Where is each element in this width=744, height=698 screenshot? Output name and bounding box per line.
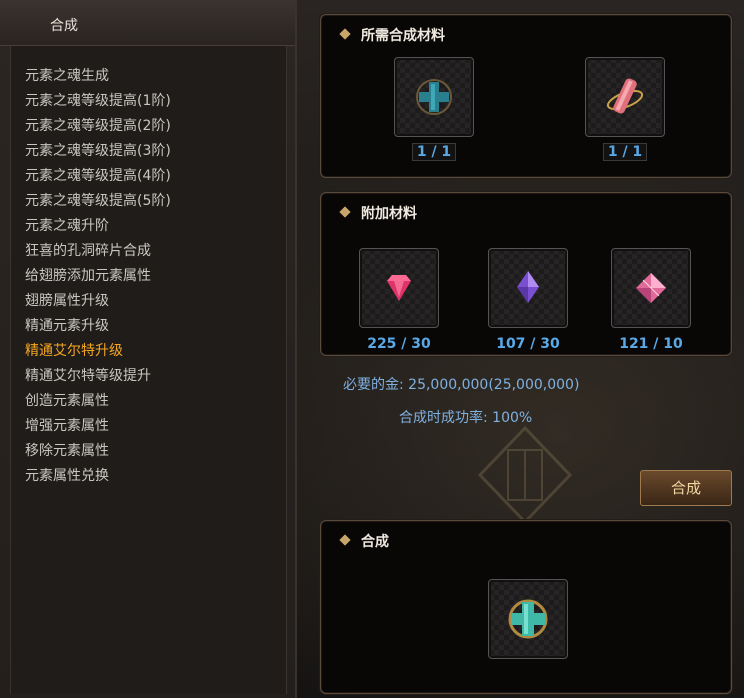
left-panel: 合成 元素之魂生成 元素之魂等级提高(1阶) 元素之魂等级提高(2阶) 元素之魂等级提…	[0, 0, 297, 698]
result-slot[interactable]	[488, 579, 568, 659]
required-slot-1[interactable]	[394, 57, 474, 137]
recipe-menu-box: 元素之魂生成 元素之魂等级提高(1阶) 元素之魂等级提高(2阶) 元素之魂等级提高(3…	[10, 46, 287, 694]
additional-count-2: 107 / 30	[496, 336, 560, 352]
additional-count-1: 225 / 30	[367, 336, 431, 352]
required-materials-panel: 所需合成材料 1 / 1 1 / 1	[320, 14, 732, 178]
additional-materials-title: 附加材料	[361, 206, 417, 222]
result-panel: 合成	[320, 520, 732, 694]
left-panel-title: 合成	[50, 18, 78, 34]
required-count-2: 1 / 1	[607, 144, 643, 160]
combine-button[interactable]: 合成	[640, 470, 732, 506]
recipe-menu-item[interactable]: 元素之魂等级提高(3阶)	[25, 139, 171, 164]
required-gold-text: 必要的金: 25,000,000(25,000,000)	[343, 377, 580, 393]
recipe-menu-item[interactable]: 精通艾尔特升级	[25, 339, 171, 364]
recipe-menu-item[interactable]: 翅膀属性升级	[25, 289, 171, 314]
required-slot-2[interactable]	[585, 57, 665, 137]
left-panel-header: 合成	[0, 0, 295, 46]
recipe-menu-item[interactable]: 元素之魂升阶	[25, 214, 171, 239]
recipe-menu-item[interactable]: 移除元素属性	[25, 439, 171, 464]
recipe-menu-item[interactable]: 精通艾尔特等级提升	[25, 364, 171, 389]
additional-slot-2[interactable]	[488, 248, 568, 328]
teal-cross-gem-icon	[508, 599, 548, 639]
additional-count-3: 121 / 10	[619, 336, 683, 352]
recipe-menu-item[interactable]: 元素之魂生成	[25, 64, 171, 89]
required-materials-title: 所需合成材料	[361, 28, 445, 44]
recipe-menu-item[interactable]: 给翅膀添加元素属性	[25, 264, 171, 289]
diamond-bullet-icon	[339, 534, 351, 546]
game-window: 合成 元素之魂生成 元素之魂等级提高(1阶) 元素之魂等级提高(2阶) 元素之魂等级提…	[0, 0, 744, 698]
teal-cross-gem-icon	[416, 79, 452, 115]
recipe-menu-item[interactable]: 元素之魂等级提高(4阶)	[25, 164, 171, 189]
purple-gem-icon	[517, 271, 539, 303]
red-gem-icon	[387, 275, 411, 301]
recipe-menu-item[interactable]: 元素属性兑换	[25, 464, 171, 489]
recipe-menu-item[interactable]: 增强元素属性	[25, 414, 171, 439]
additional-slot-3[interactable]	[611, 248, 691, 328]
recipe-menu-item[interactable]: 狂喜的孔洞碎片合成	[25, 239, 171, 264]
diamond-bullet-icon	[339, 206, 351, 218]
recipe-menu-list: 元素之魂生成 元素之魂等级提高(1阶) 元素之魂等级提高(2阶) 元素之魂等级提高(3…	[25, 64, 171, 489]
additional-materials-panel: 附加材料 225 / 30 107 / 30 121 / 10	[320, 192, 732, 356]
required-count-1: 1 / 1	[416, 144, 452, 160]
result-title: 合成	[361, 534, 389, 550]
pink-scroll-icon	[606, 78, 644, 114]
additional-slot-1[interactable]	[359, 248, 439, 328]
recipe-menu-item[interactable]: 创造元素属性	[25, 389, 171, 414]
diamond-bullet-icon	[339, 28, 351, 40]
recipe-menu-item[interactable]: 元素之魂等级提高(5阶)	[25, 189, 171, 214]
recipe-menu-item[interactable]: 元素之魂等级提高(1阶)	[25, 89, 171, 114]
pink-gem-icon	[636, 273, 666, 303]
recipe-menu-item[interactable]: 精通元素升级	[25, 314, 171, 339]
recipe-menu-item[interactable]: 元素之魂等级提高(2阶)	[25, 114, 171, 139]
emblem-icon	[477, 425, 573, 525]
